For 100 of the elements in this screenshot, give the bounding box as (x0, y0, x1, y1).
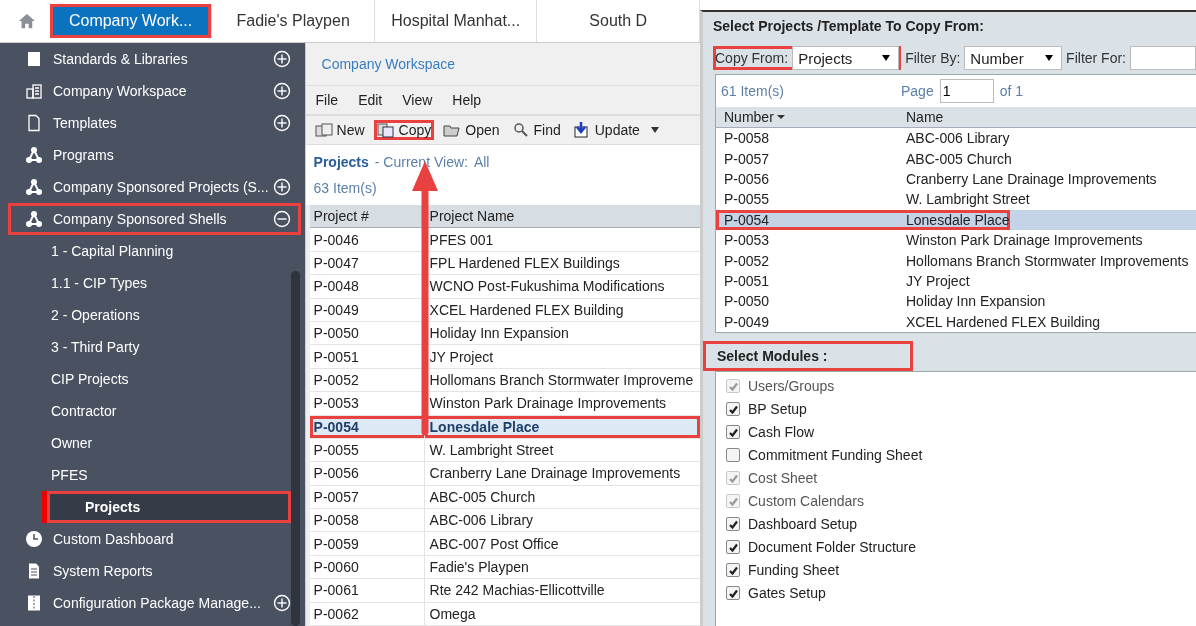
table-cell-text: JY Project (905, 272, 970, 289)
sidebar-item[interactable]: Custom Dashboard (8, 523, 301, 555)
sidebar-item[interactable]: Projects (42, 491, 291, 523)
table-cell-text: JY Project (428, 348, 495, 365)
table-row[interactable]: P-0061 Rte 242 Machias-Ellicottville (309, 579, 700, 603)
network-icon (25, 210, 43, 228)
sidebar-item[interactable]: System Reports (8, 555, 301, 587)
list-row[interactable]: P-0055 W. Lambright Street (716, 189, 1196, 210)
menu-item[interactable]: File (315, 92, 339, 109)
table-row[interactable]: P-0049 XCEL Hardened FLEX Building (309, 298, 700, 322)
table-row[interactable]: P-0055 W. Lambright Street (309, 438, 700, 463)
sidebar-item[interactable]: Templates (8, 107, 301, 139)
checkbox[interactable] (726, 425, 740, 440)
list-row[interactable]: P-0052 Hollomans Branch Stormwater Improvements (716, 250, 1196, 271)
table-row[interactable]: P-0059 ABC-007 Post Office (309, 532, 700, 556)
table-cell: P-0058 (309, 509, 425, 532)
checkbox-label: Cost Sheet (748, 470, 818, 487)
caret-icon[interactable] (650, 126, 659, 133)
sidebar-item[interactable]: CIP Projects (8, 363, 301, 395)
table-row[interactable]: P-0052 Hollomans Branch Stormwater Improveme (309, 368, 700, 393)
breadcrumb[interactable]: Company Workspace (305, 43, 700, 87)
table-row[interactable]: P-0058 ABC-006 Library (309, 509, 700, 533)
menu-item[interactable]: View (402, 92, 433, 109)
expand-icon[interactable] (272, 82, 291, 100)
sidebar-item[interactable]: Programs (8, 139, 301, 171)
menu-item[interactable]: Edit (358, 92, 383, 109)
filter-for-field[interactable] (1130, 46, 1196, 70)
expand-icon[interactable] (272, 50, 291, 68)
toolbar-button[interactable]: Find (508, 119, 564, 140)
table-row[interactable]: P-0053 Winston Park Drainage Improvements (309, 392, 700, 416)
checkbox-label: Commitment Funding Sheet (748, 447, 923, 464)
expand-icon[interactable] (272, 594, 291, 612)
table-cell-text: ABC-005 Church (428, 488, 537, 505)
sidebar-item[interactable]: 2 - Operations (8, 299, 301, 331)
sidebar-item[interactable]: 3 - Third Party (8, 331, 301, 363)
list-row[interactable]: P-0049 XCEL Hardened FLEX Building (716, 311, 1196, 332)
table-cell-text: Fadie's Playpen (428, 559, 530, 576)
toolbar-button[interactable]: Open (440, 119, 503, 140)
table-cell: P-0052 (309, 368, 425, 392)
sidebar-item[interactable]: PFES (8, 459, 301, 491)
list-row[interactable]: P-0058 ABC-006 Library (716, 128, 1196, 149)
view-title: Projects (313, 154, 369, 171)
list-row[interactable]: P-0057 ABC-005 Church (716, 148, 1196, 169)
table-row[interactable]: P-0051 JY Project (309, 345, 700, 369)
table-row[interactable]: P-0048 WCNO Post-Fukushima Modifications (309, 275, 700, 299)
column-header[interactable]: Number (716, 109, 904, 125)
list-row[interactable]: P-0053 Winston Park Drainage Improvements (716, 229, 1196, 251)
sidebar-item[interactable]: Owner (8, 427, 301, 459)
table-cell-text: PFES 001 (428, 231, 495, 248)
dialog-title: Select Projects /Template To Copy From: (712, 17, 985, 36)
sidebar-item[interactable]: Standards & Libraries (8, 43, 301, 75)
sidebar-item[interactable]: 1 - Capital Planning (8, 235, 301, 267)
checkbox[interactable] (726, 540, 740, 555)
column-header[interactable]: Project # (309, 205, 425, 228)
table-cell: P-0048 (309, 275, 425, 298)
scrollbar[interactable] (291, 271, 300, 626)
table-row[interactable]: P-0054 Lonesdale Place (309, 415, 700, 439)
package-icon (25, 594, 43, 612)
checkbox[interactable] (726, 563, 740, 578)
expand-icon[interactable] (272, 114, 291, 132)
home-icon[interactable] (18, 12, 36, 30)
checkbox-label: Cash Flow (748, 424, 815, 441)
new-icon (314, 121, 333, 138)
list-row[interactable]: P-0051 JY Project (716, 270, 1196, 292)
table-row[interactable]: P-0047 FPL Hardened FLEX Buildings (309, 251, 700, 276)
column-header[interactable]: Project Name (424, 208, 700, 225)
checkbox[interactable] (726, 586, 740, 601)
sidebar-item[interactable]: Company Sponsored Projects (S... (8, 171, 301, 203)
table-cell: P-0062 (309, 602, 425, 625)
copy-from-select[interactable]: Projects (792, 46, 900, 70)
building-icon (25, 82, 43, 100)
menu-item[interactable]: Help (452, 92, 482, 109)
filter-by-select[interactable]: Number (964, 46, 1063, 70)
page-field[interactable]: 1 (939, 79, 994, 103)
table-row[interactable]: P-0046 PFES 001 (309, 228, 700, 252)
sidebar-item[interactable]: Company Sponsored Shells (8, 203, 301, 235)
checkbox[interactable] (726, 402, 740, 417)
expand-icon[interactable] (272, 178, 291, 196)
list-row[interactable]: P-0056 Cranberry Lane Drainage Improvements (716, 168, 1196, 190)
table-row[interactable]: P-0056 Cranberry Lane Drainage Improvements (309, 462, 700, 486)
table-row[interactable]: P-0060 Fadie's Playpen (309, 555, 700, 580)
table-row[interactable]: P-0062 Omega (309, 602, 700, 626)
item-count: 61 Item(s) (720, 83, 785, 99)
list-row[interactable]: P-0050 Holiday Inn Expansion (716, 291, 1196, 312)
table-cell-text: P-0057 (723, 150, 771, 167)
sidebar-item[interactable]: Contractor (8, 395, 301, 427)
tab[interactable]: Company Work... (49, 4, 213, 38)
table-row[interactable]: P-0057 ABC-005 Church (309, 485, 700, 510)
collapse-icon[interactable] (272, 210, 291, 228)
table-cell: P-0051 (309, 345, 425, 368)
checkbox[interactable] (726, 517, 740, 532)
sidebar-item[interactable]: 1.1 - CIP Types (8, 267, 301, 299)
sidebar-item[interactable]: Configuration Package Manage... (8, 587, 301, 619)
toolbar-button[interactable]: Copy (373, 119, 435, 140)
sidebar-item[interactable]: Company Workspace (8, 75, 301, 107)
toolbar-button[interactable]: New (311, 119, 368, 140)
column-header[interactable]: Name (904, 109, 944, 125)
checkbox[interactable] (726, 448, 740, 463)
toolbar-button[interactable]: Update (569, 119, 643, 140)
table-row[interactable]: P-0050 Holiday Inn Expansion (309, 321, 700, 346)
